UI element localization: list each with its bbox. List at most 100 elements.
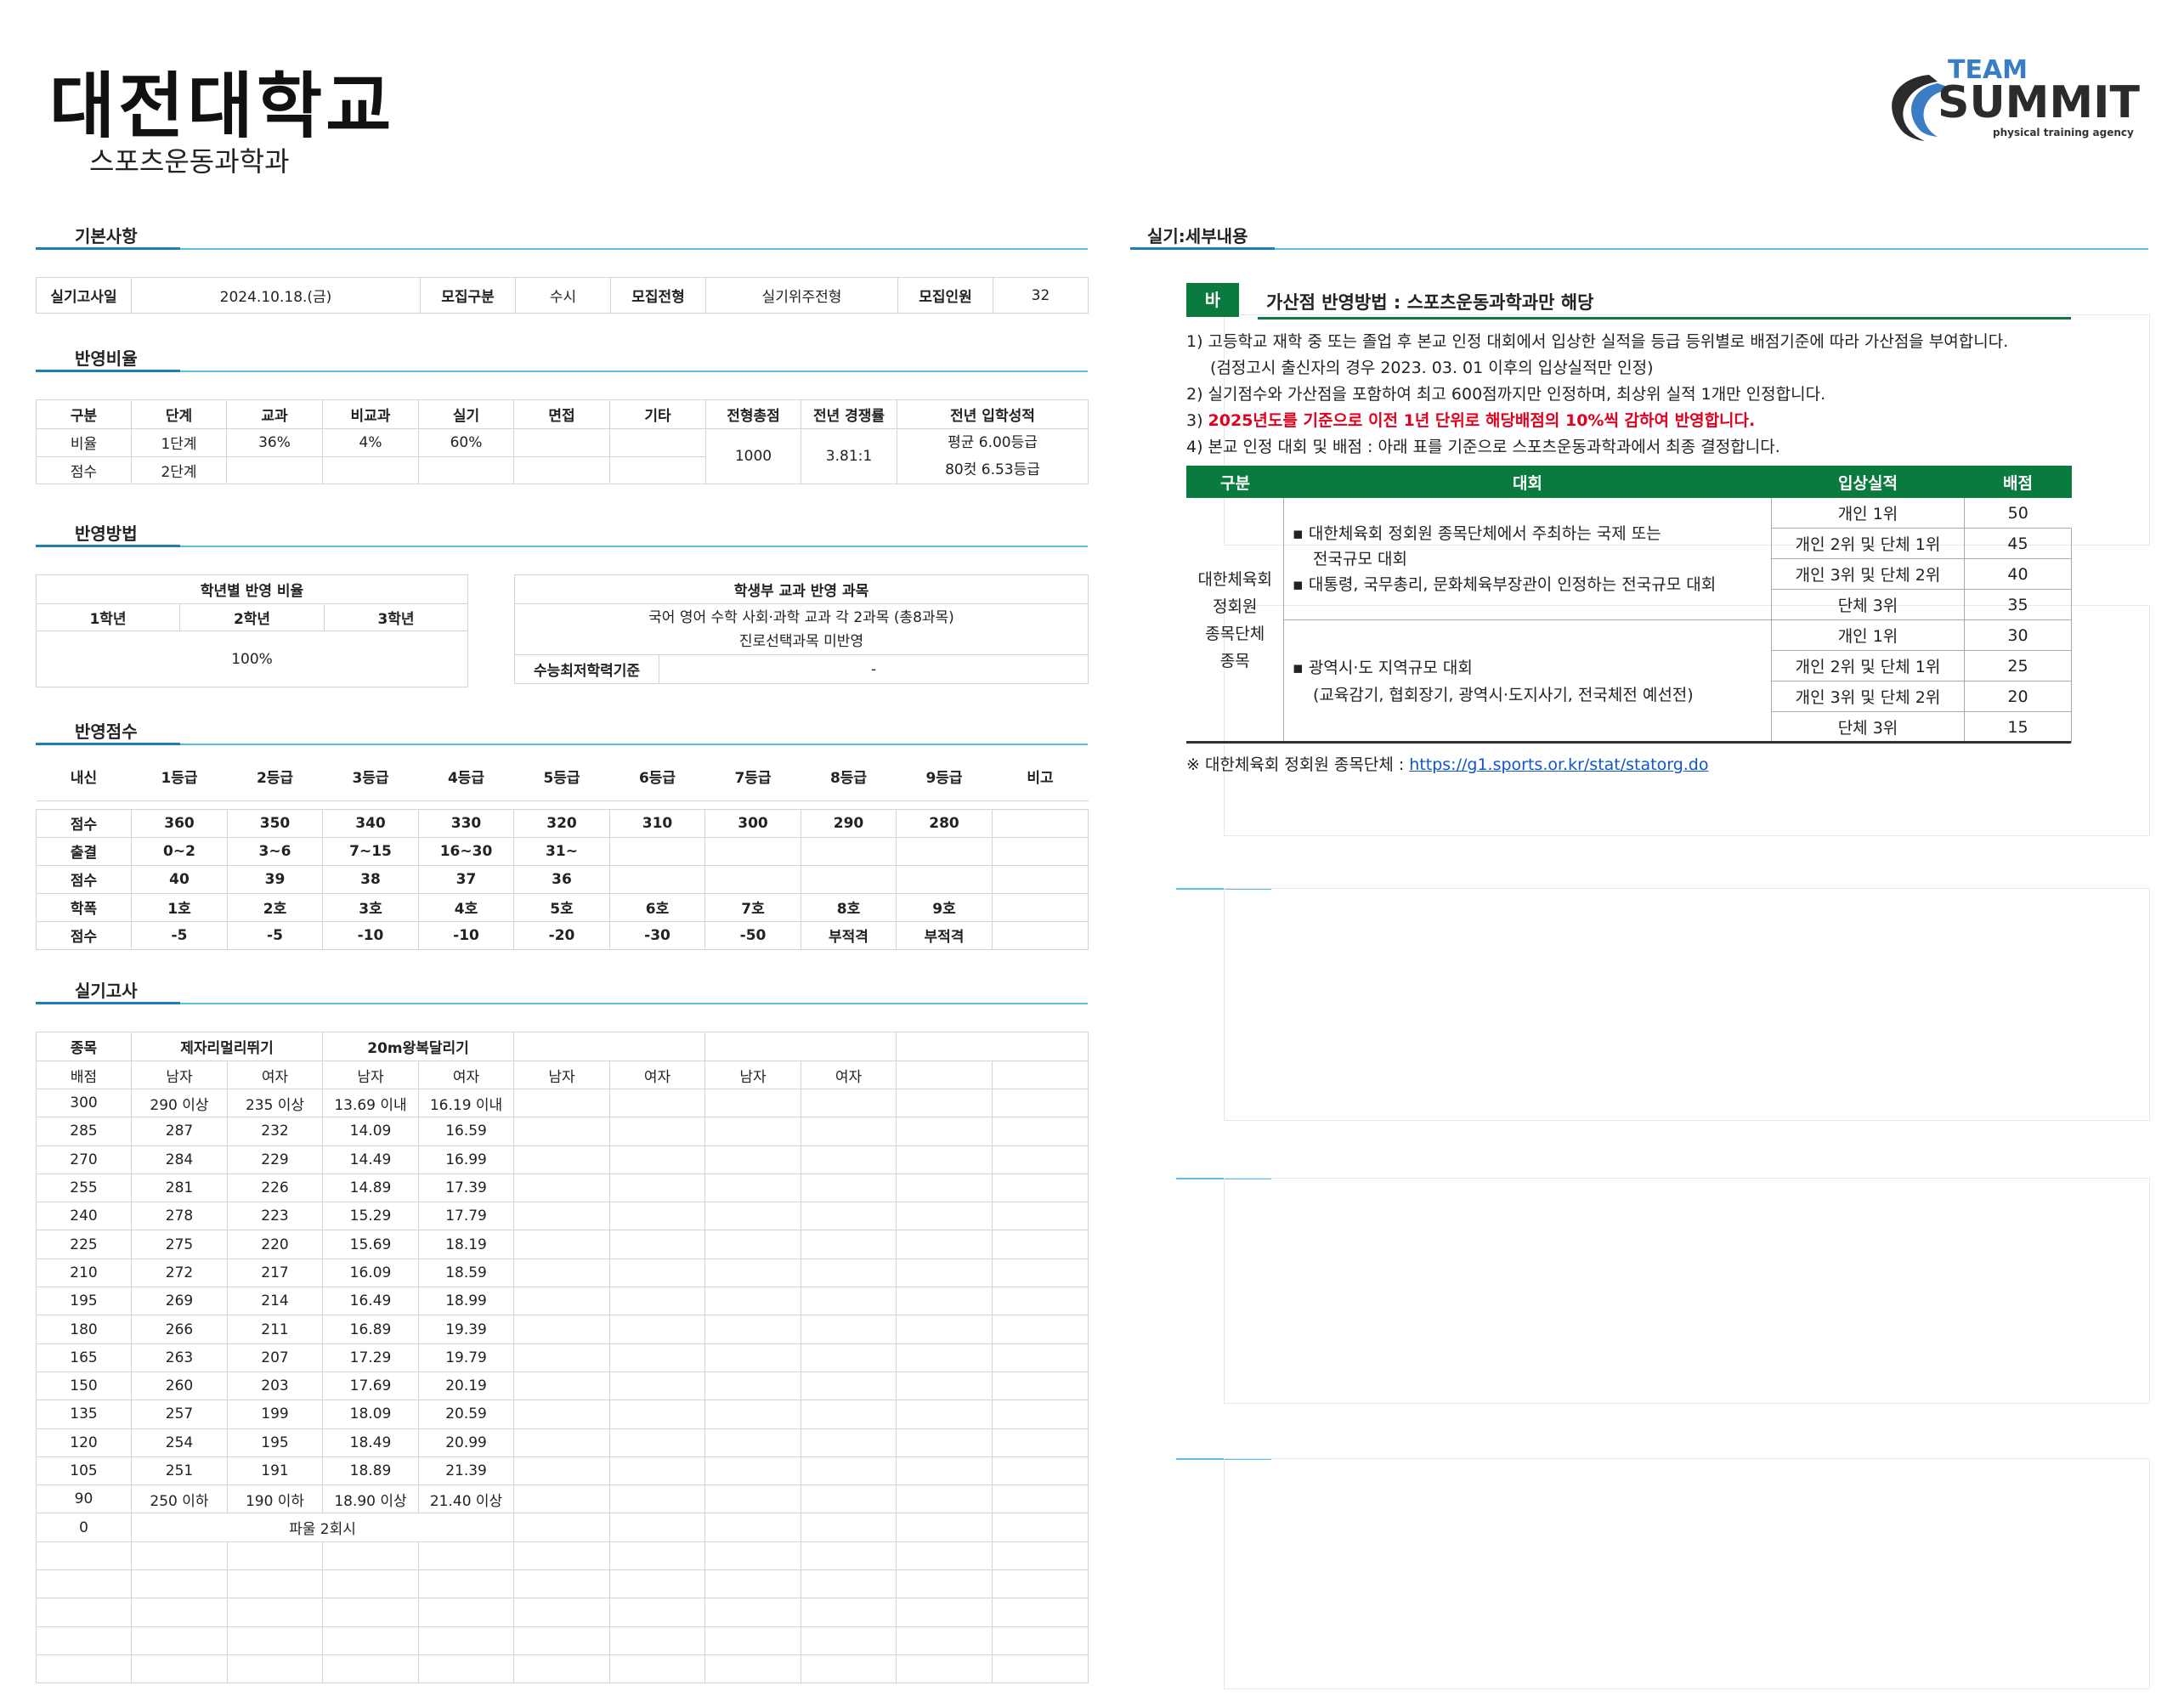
practical-empty-cell <box>322 1541 420 1571</box>
practical-empty-cell <box>131 1654 228 1684</box>
score-cell: 310 <box>609 808 705 838</box>
bonus-group-1: ▪ 대한체육회 정회원 종목단체에서 주최하는 국제 또는 전국규모 대회 ▪ … <box>1283 497 1772 620</box>
practical-score: 90 <box>36 1485 132 1514</box>
practical-empty-cell <box>896 1371 993 1401</box>
practical-table: 종목 제자리멀리뛰기 20m왕복달리기 배점 남자 여자 남자 여자 남자 여자… <box>36 1032 1089 1684</box>
practical-cell: 18.59 <box>418 1258 515 1288</box>
practical-divider <box>36 1003 1088 1004</box>
bonus-header: 배점 <box>1964 466 2072 498</box>
ratio-prev-grade-cut: 80컷 6.53등급 <box>945 461 1040 478</box>
practical-empty-cell <box>801 1315 897 1344</box>
practical-row: 255 281 226 14.89 17.39 <box>36 1173 1089 1203</box>
practical-empty-cell <box>609 1428 706 1457</box>
score-cell: 38 <box>322 864 419 894</box>
ratio-header: 면접 <box>513 399 610 429</box>
practical-empty-cell <box>801 1230 897 1259</box>
basic-label-type: 모집구분 <box>420 277 516 314</box>
statorg-link[interactable]: https://g1.sports.or.kr/stat/statorg.do <box>1409 755 1708 774</box>
practical-empty-cell <box>704 1626 802 1655</box>
basic-value-date: 2024.10.18.(금) <box>131 277 421 314</box>
practical-cell: 199 <box>226 1400 324 1429</box>
score-cell: -5 <box>131 920 228 950</box>
practical-empty-cell <box>609 1230 706 1259</box>
practical-empty-cell <box>704 1428 802 1457</box>
practical-cell: 16.99 <box>418 1145 515 1174</box>
bonus-table-bottom-rule <box>1186 741 2071 744</box>
practical-cell: 19.39 <box>418 1315 515 1344</box>
practical-empty-cell <box>896 1456 993 1486</box>
practical-empty-cell <box>896 1088 993 1118</box>
practical-empty-cell <box>609 1145 706 1174</box>
award-points: 20 <box>1964 681 2072 712</box>
score-cell: 31~ <box>513 836 610 866</box>
practical-empty-cell <box>513 1173 611 1203</box>
practical-empty-cell <box>801 1343 897 1372</box>
practical-empty-cell <box>896 1485 993 1514</box>
practical-empty-cell <box>801 1173 897 1203</box>
department-name: 스포츠운동과학과 <box>89 145 290 178</box>
award-points: 40 <box>1964 558 2072 590</box>
practical-title: 실기고사 <box>75 981 138 1001</box>
basic-value-quota: 32 <box>993 277 1089 314</box>
practical-cell: 20.99 <box>418 1428 515 1457</box>
practical-cell: 281 <box>131 1173 228 1203</box>
practical-empty-cell <box>513 1569 611 1599</box>
practical-empty-cell <box>609 1315 706 1344</box>
ratio-header: 구분 <box>36 399 132 429</box>
practical-empty-cell <box>992 1315 1089 1344</box>
score-cell: 부적격 <box>801 920 897 950</box>
practical-cell: 284 <box>131 1145 228 1174</box>
practical-cell: 21.39 <box>418 1456 515 1486</box>
practical-empty-cell <box>992 1371 1089 1401</box>
practical-empty-cell <box>513 1400 611 1429</box>
bonus-line-3: 3) 2025년도를 기준으로 이전 1년 단위로 해당배점의 10%씩 감하여… <box>1186 408 1755 431</box>
award-points: 50 <box>1964 497 2072 529</box>
basic-label-track: 모집전형 <box>610 277 706 314</box>
practical-empty-cell <box>992 1202 1089 1231</box>
practical-cell: 16.89 <box>322 1315 420 1344</box>
subject-content: 국어 영어 수학 사회·과학 교과 각 2과목 (총8과목) 진로선택과목 미반… <box>513 603 1089 655</box>
score-cell: 16~30 <box>418 836 514 866</box>
grade-ratio-table: 학년별 반영 비율 1학년 2학년 3학년 100% <box>35 574 469 687</box>
basic-divider-accent <box>36 247 180 250</box>
score-header: 4등급 <box>418 753 514 801</box>
basic-divider <box>36 248 1088 250</box>
practical-empty-cell <box>704 1541 802 1571</box>
practical-score: 225 <box>36 1230 132 1259</box>
practical-blank-row <box>36 1541 1089 1571</box>
practical-empty-cell <box>896 1145 993 1174</box>
practical-empty-cell <box>992 1117 1089 1146</box>
practical-head-female: 여자 <box>418 1060 515 1089</box>
practical-empty-cell <box>992 1287 1089 1316</box>
bonus-header: 구분 <box>1186 466 1284 498</box>
bonus-table: 구분 대회 입상실적 배점 대한체육회 정회원 종목단체 종목 ▪ 대한체육회 … <box>1186 466 2072 743</box>
score-cell: 320 <box>513 808 610 838</box>
bonus-line-4: 4) 본교 인정 대회 및 배점 : 아래 표를 기준으로 스포츠운동과학과에서… <box>1186 438 1780 456</box>
score-header: 7등급 <box>704 753 801 801</box>
practical-cell: 266 <box>131 1315 228 1344</box>
bonus-category-line: 종목 <box>1219 651 1250 670</box>
score-row: 학폭 1호 2호 3호 4호 5호 6호 7호 8호 9호 <box>36 892 1089 922</box>
method-divider <box>36 546 1088 547</box>
basic-value-track: 실기위주전형 <box>705 277 898 314</box>
practical-empty-cell <box>609 1343 706 1372</box>
score-cell <box>992 836 1089 866</box>
practical-cell: 220 <box>226 1230 324 1259</box>
method-title: 반영방법 <box>75 523 138 544</box>
practical-empty-cell <box>992 1088 1089 1118</box>
practical-empty-cell <box>896 1343 993 1372</box>
score-cell: 0~2 <box>131 836 228 866</box>
bonus-line-3-prefix: 3) <box>1186 411 1208 430</box>
practical-empty-cell <box>609 1626 706 1655</box>
practical-row: 90 250 이하 190 이하 18.90 이상 21.40 이상 <box>36 1485 1089 1514</box>
ratio-header: 전년 경쟁률 <box>801 399 897 429</box>
award-points: 45 <box>1964 528 2072 559</box>
score-cell <box>896 836 993 866</box>
practical-empty-cell <box>513 1145 611 1174</box>
practical-cell: 20.59 <box>418 1400 515 1429</box>
award-points: 25 <box>1964 650 2072 682</box>
practical-cell: 251 <box>131 1456 228 1486</box>
practical-head-score: 배점 <box>36 1060 132 1089</box>
practical-empty-cell <box>418 1598 515 1627</box>
practical-empty-cell <box>704 1287 802 1316</box>
